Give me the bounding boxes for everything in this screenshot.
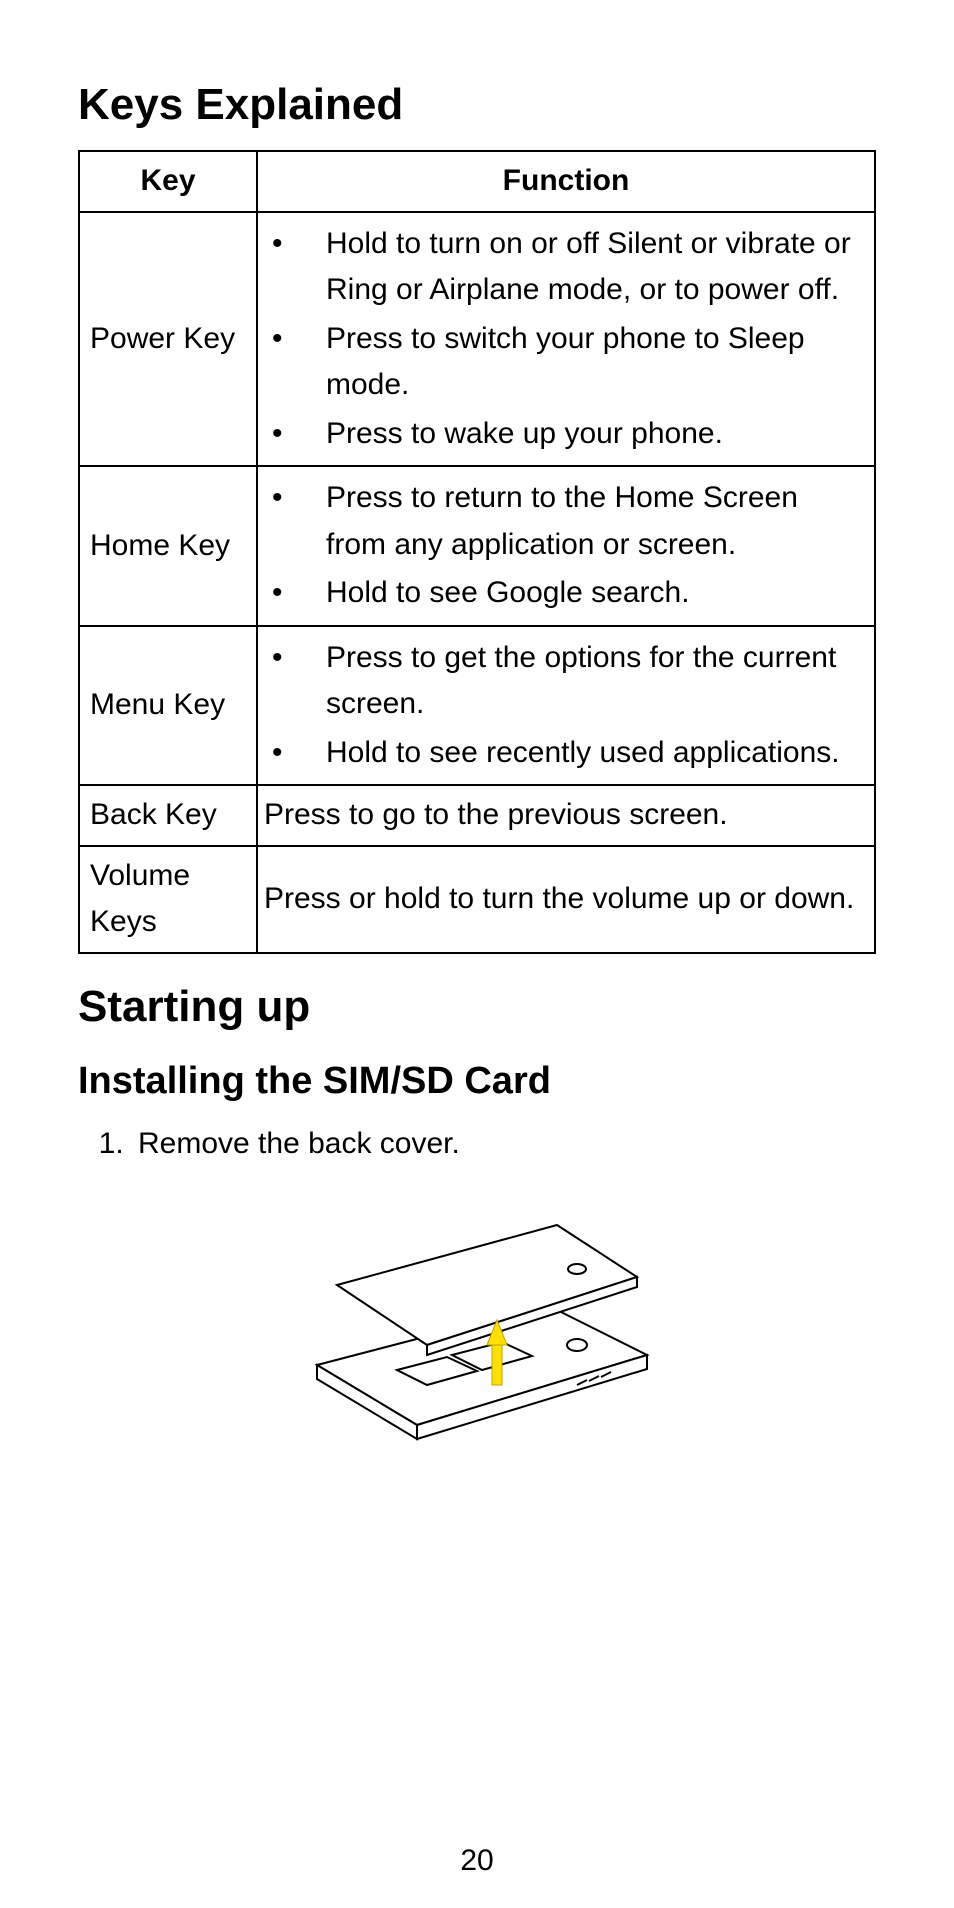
table-header-key: Key <box>79 151 257 212</box>
step-item: Remove the back cover. <box>132 1121 876 1168</box>
starting-up-heading: Starting up <box>78 982 876 1032</box>
page-number: 20 <box>0 1844 954 1878</box>
function-bullet: Press to switch your phone to Sleep mode… <box>264 316 864 409</box>
key-function: Hold to turn on or off Silent or vibrate… <box>257 212 875 467</box>
key-name: Menu Key <box>79 626 257 786</box>
function-bullet: Press to wake up your phone. <box>264 411 864 458</box>
function-bullet: Press to get the options for the current… <box>264 635 864 728</box>
key-name: Volume Keys <box>79 846 257 953</box>
function-bullet: Hold to see Google search. <box>264 570 864 617</box>
keys-table: Key Function Power Key Hold to turn on o… <box>78 150 876 954</box>
keys-explained-heading: Keys Explained <box>78 80 876 130</box>
phone-remove-cover-icon <box>277 1195 677 1455</box>
installing-sim-heading: Installing the SIM/SD Card <box>78 1060 876 1103</box>
function-bullet: Hold to turn on or off Silent or vibrate… <box>264 221 864 314</box>
key-name: Home Key <box>79 466 257 626</box>
table-header-function: Function <box>257 151 875 212</box>
table-row: Home Key Press to return to the Home Scr… <box>79 466 875 626</box>
key-function: Press to return to the Home Screen from … <box>257 466 875 626</box>
key-function: Press to get the options for the current… <box>257 626 875 786</box>
key-function: Press or hold to turn the volume up or d… <box>257 846 875 953</box>
key-name: Power Key <box>79 212 257 467</box>
table-row: Menu Key Press to get the options for th… <box>79 626 875 786</box>
key-function: Press to go to the previous screen. <box>257 785 875 846</box>
key-name: Back Key <box>79 785 257 846</box>
table-row: Back Key Press to go to the previous scr… <box>79 785 875 846</box>
back-cover-illustration <box>78 1195 876 1455</box>
install-steps: Remove the back cover. <box>78 1121 876 1168</box>
function-bullet: Press to return to the Home Screen from … <box>264 475 864 568</box>
table-row: Power Key Hold to turn on or off Silent … <box>79 212 875 467</box>
table-row: Volume Keys Press or hold to turn the vo… <box>79 846 875 953</box>
function-bullet: Hold to see recently used applications. <box>264 730 864 777</box>
